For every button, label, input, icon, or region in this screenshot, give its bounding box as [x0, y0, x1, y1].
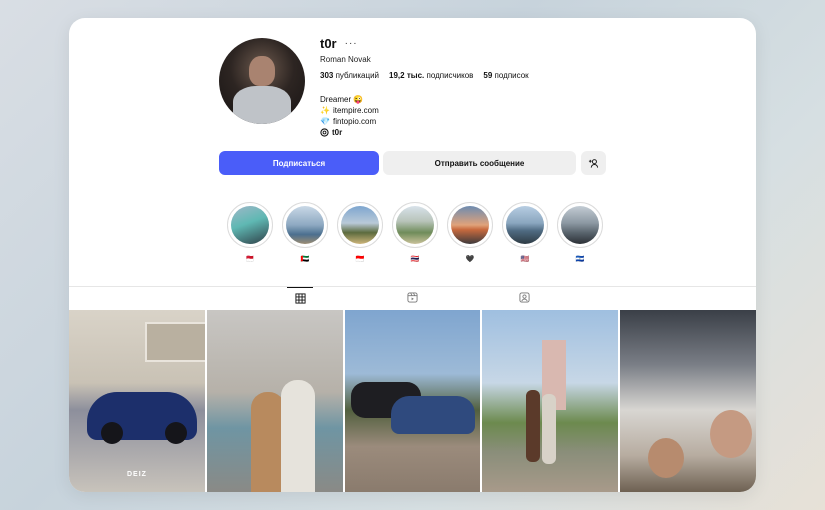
highlight-item[interactable]: 🇺🇸 [502, 202, 548, 264]
stat-posts[interactable]: 303 публикаций [320, 71, 379, 80]
profile-card: t0r ··· Roman Novak 303 публикаций 19,2 … [69, 18, 756, 492]
sparkles-icon: ✨ [320, 106, 330, 115]
post-tile[interactable] [482, 310, 619, 492]
bio-link-itempire[interactable]: ✨ itempire.com [320, 105, 379, 116]
tab-reels[interactable] [399, 287, 425, 308]
stat-followers[interactable]: 19,2 тыс. подписчиков [389, 71, 473, 80]
bio-tagline: Dreamer 😜 [320, 95, 364, 104]
post-tile[interactable] [206, 310, 343, 492]
post-tile[interactable] [620, 310, 756, 492]
username: t0r [320, 36, 337, 51]
more-options-icon[interactable]: ··· [345, 38, 358, 49]
post-watermark: DEIZ [127, 471, 147, 478]
profile-stats: 303 публикаций 19,2 тыс. подписчиков 59 … [320, 71, 529, 80]
highlight-label: 🇺🇸 [520, 256, 530, 263]
post-tile[interactable] [344, 310, 481, 492]
gem-icon: 💎 [320, 117, 330, 126]
story-highlights: 🇲🇨 🇦🇪 🇮🇩 🇹🇭 🖤 🇺🇸 🇸🇻 [227, 202, 603, 264]
highlight-label: 🇮🇩 [355, 256, 365, 263]
posts-grid: DEIZ [69, 310, 756, 492]
highlight-label: 🖤 [465, 256, 475, 263]
highlight-label: 🇸🇻 [575, 256, 585, 263]
highlight-item[interactable]: 🇦🇪 [282, 202, 328, 264]
highlight-item[interactable]: 🇮🇩 [337, 202, 383, 264]
bio: Dreamer 😜 ✨ itempire.com 💎 fintopio.com … [320, 94, 379, 138]
highlight-label: 🇲🇨 [245, 256, 255, 263]
send-message-button[interactable]: Отправить сообщение [383, 151, 576, 175]
tab-posts[interactable] [287, 287, 313, 309]
highlight-label: 🇹🇭 [410, 256, 420, 263]
reels-icon [406, 292, 418, 303]
highlight-item[interactable]: 🇸🇻 [557, 202, 603, 264]
full-name: Roman Novak [320, 55, 371, 64]
threads-icon [320, 128, 329, 137]
post-tile[interactable]: DEIZ [69, 310, 205, 492]
bio-link-fintopio[interactable]: 💎 fintopio.com [320, 116, 379, 127]
suggest-users-button[interactable] [581, 151, 606, 175]
posts-grid-icon [294, 293, 306, 304]
tab-tagged[interactable] [511, 287, 537, 308]
highlight-item[interactable]: 🇲🇨 [227, 202, 273, 264]
username-row: t0r ··· [320, 36, 358, 51]
tagged-icon [518, 292, 530, 303]
highlight-label: 🇦🇪 [300, 256, 310, 263]
highlight-item[interactable]: 🇹🇭 [392, 202, 438, 264]
profile-tabs [69, 286, 756, 309]
highlight-item[interactable]: 🖤 [447, 202, 493, 264]
profile-avatar[interactable] [219, 38, 305, 124]
follow-button[interactable]: Подписаться [219, 151, 379, 175]
threads-link[interactable]: t0r [320, 127, 379, 138]
add-user-icon [588, 158, 599, 168]
stat-following[interactable]: 59 подписок [483, 71, 528, 80]
